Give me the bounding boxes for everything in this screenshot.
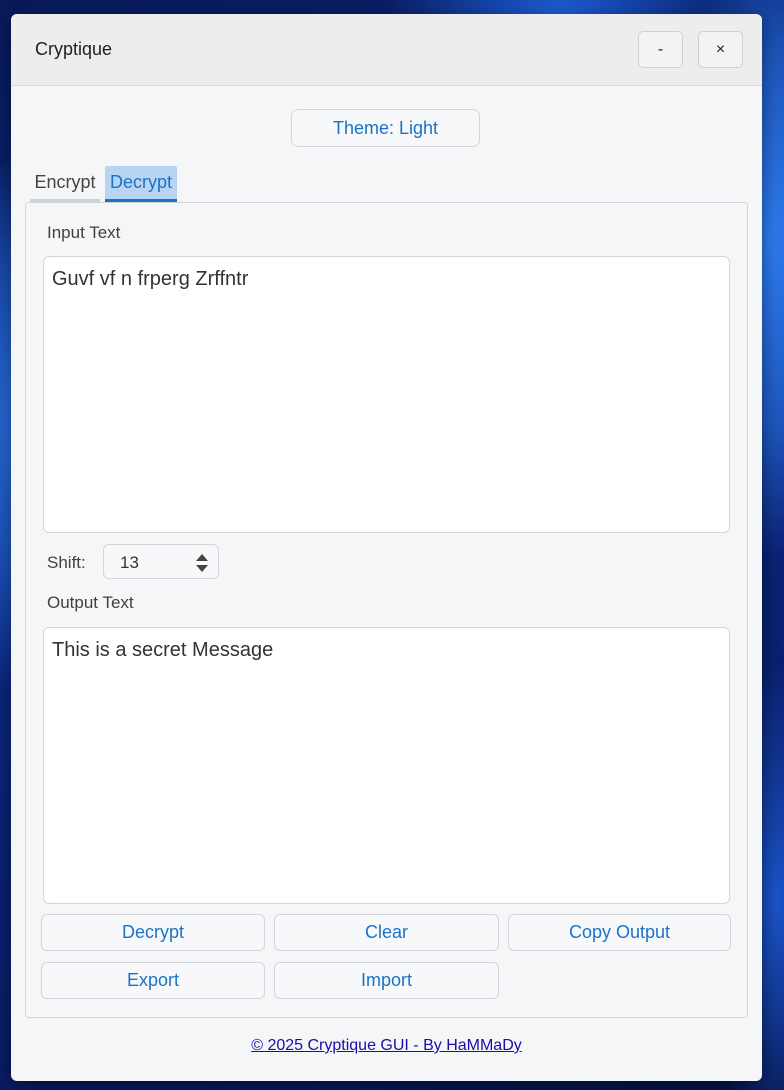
input-text-label: Input Text — [47, 223, 121, 242]
output-text-label: Output Text — [47, 593, 134, 612]
decrypt-panel: Input Text Guvf vf n frperg Zrffntr Shif… — [25, 202, 748, 1018]
tab-encrypt[interactable]: Encrypt — [30, 166, 100, 202]
import-button[interactable]: Import — [274, 962, 499, 999]
minimize-button[interactable]: - — [638, 31, 683, 68]
footer-credit-link[interactable]: © 2025 Cryptique GUI - By HaMMaDy — [11, 1037, 762, 1055]
theme-toggle-button[interactable]: Theme: Light — [291, 109, 480, 147]
decrypt-button[interactable]: Decrypt — [41, 914, 265, 951]
output-textarea[interactable]: This is a secret Message — [43, 627, 730, 904]
clear-button[interactable]: Clear — [274, 914, 499, 951]
caret-down-icon[interactable] — [196, 565, 208, 572]
input-textarea[interactable]: Guvf vf n frperg Zrffntr — [43, 256, 730, 533]
app-window: Cryptique - × Theme: Light Encrypt Decry… — [11, 14, 762, 1081]
title-bar[interactable]: Cryptique - × — [11, 14, 762, 86]
export-button[interactable]: Export — [41, 962, 265, 999]
caret-up-icon[interactable] — [196, 554, 208, 561]
shift-label: Shift: — [47, 553, 86, 572]
close-button[interactable]: × — [698, 31, 743, 68]
window-title: Cryptique — [35, 39, 113, 59]
copy-output-button[interactable]: Copy Output — [508, 914, 731, 951]
tab-decrypt[interactable]: Decrypt — [105, 166, 177, 202]
shift-spinbox[interactable]: 13 — [103, 544, 219, 579]
shift-value: 13 — [120, 553, 139, 572]
